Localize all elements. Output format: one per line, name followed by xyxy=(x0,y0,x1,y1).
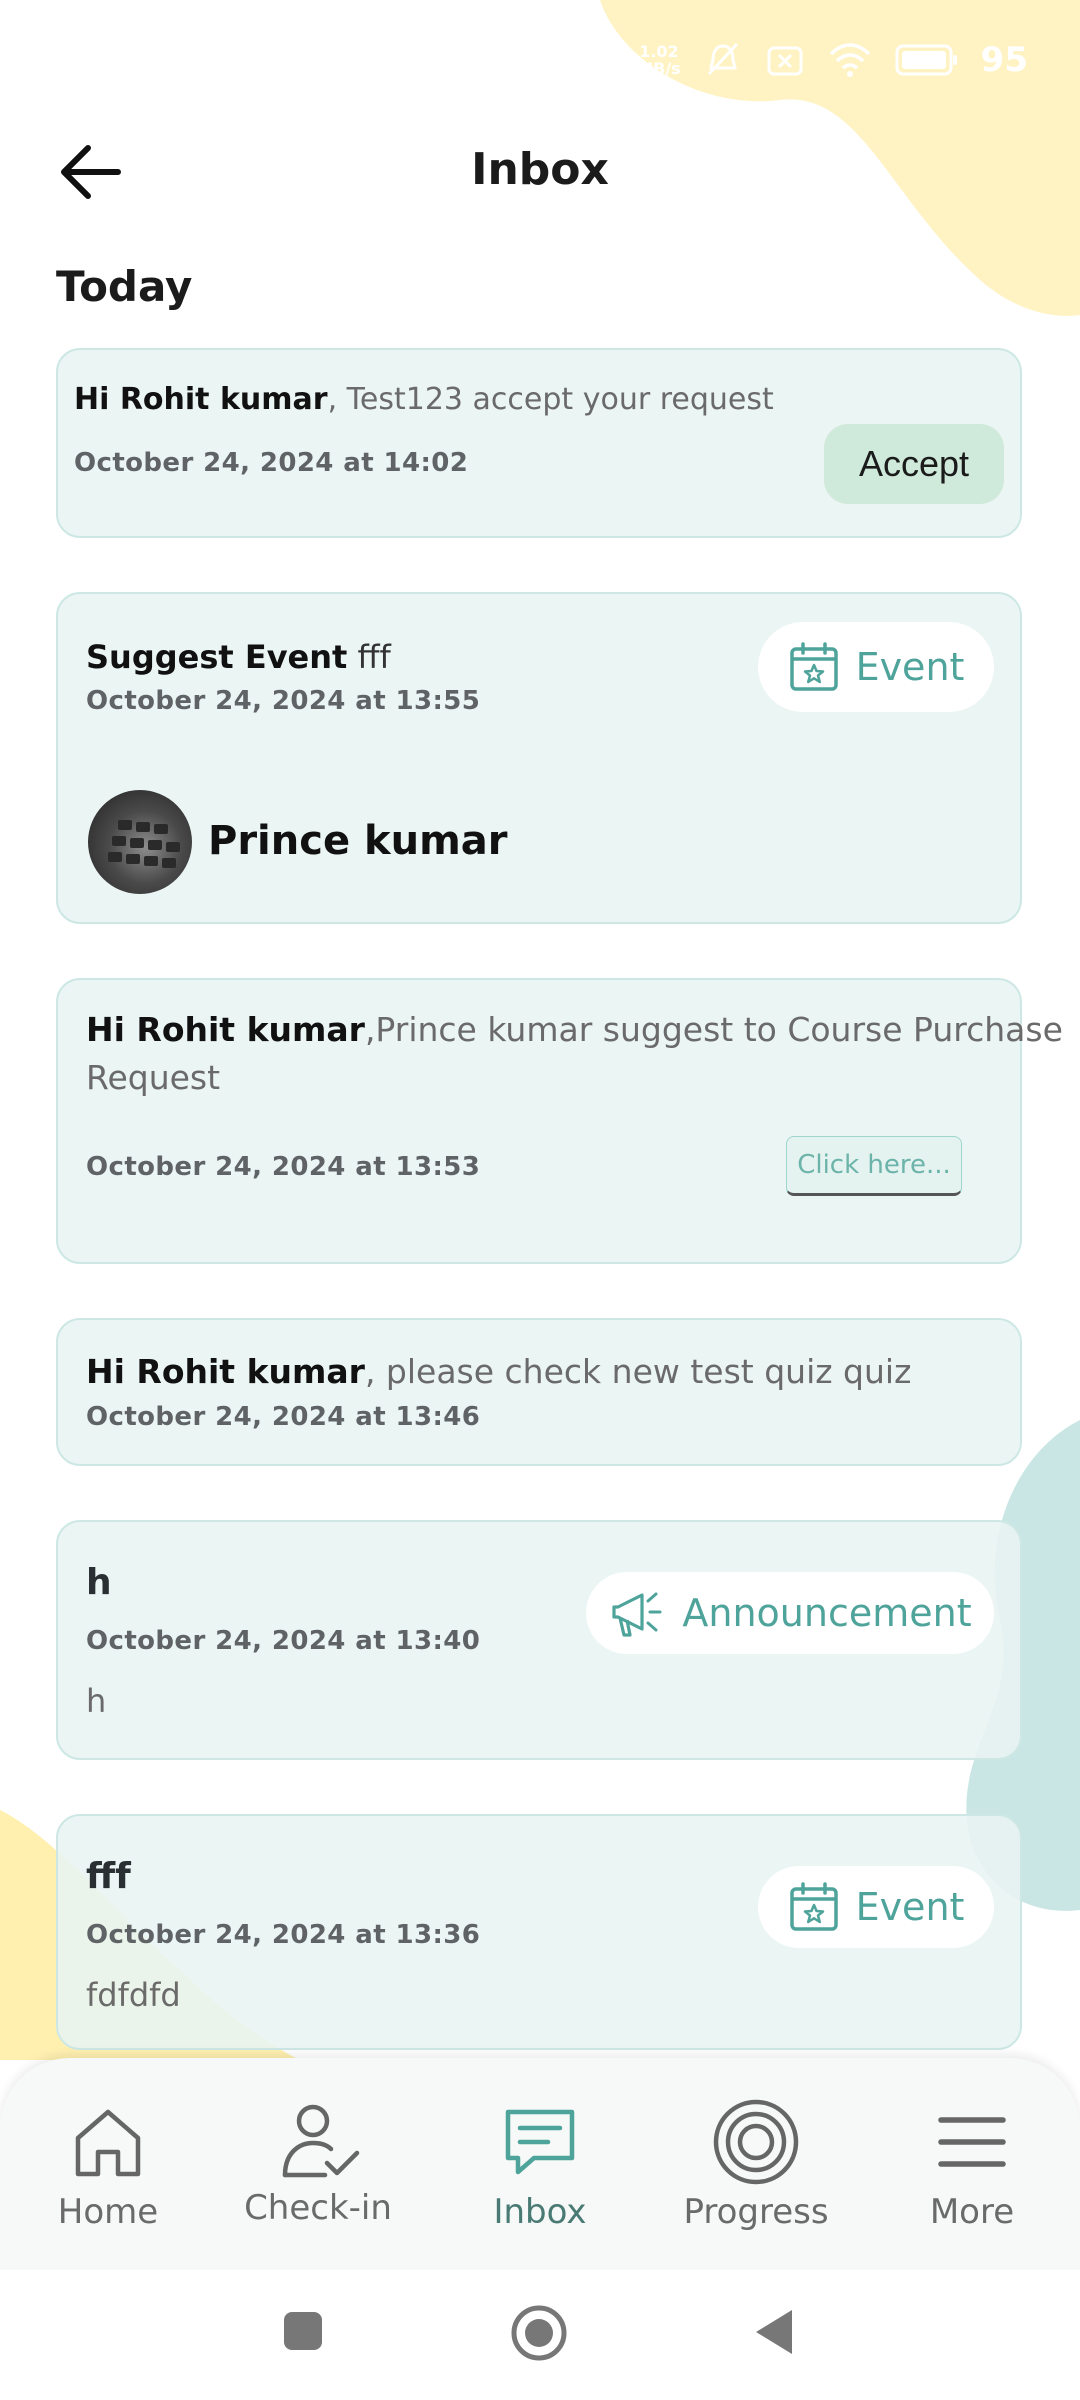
notification-date: October 24, 2024 at 13:36 xyxy=(86,1920,481,1950)
wifi-icon xyxy=(829,43,870,77)
notification-card-course[interactable]: Hi Rohit kumar,Prince kumar suggest to C… xyxy=(56,978,1063,1264)
app-header: Inbox xyxy=(0,130,1080,214)
announcement-tag[interactable]: Announcement xyxy=(586,1572,994,1654)
system-nav-bar xyxy=(0,2270,1080,2400)
notification-text-line1: Hi Rohit kumar,Prince kumar suggest to C… xyxy=(86,1010,1063,1049)
nav-home[interactable]: Home xyxy=(8,2092,208,2232)
notification-text: Hi Rohit kumar, please check new test qu… xyxy=(86,1352,912,1391)
battery-icon xyxy=(895,44,957,76)
mute-icon xyxy=(707,42,738,76)
notification-body: fdfdfd xyxy=(86,1976,181,2014)
notification-date: October 24, 2024 at 13:46 xyxy=(86,1402,481,1432)
calendar-star-icon xyxy=(789,1882,838,1931)
back-system-button[interactable] xyxy=(752,2306,796,2358)
notification-card-quiz[interactable]: Hi Rohit kumar, please check new test qu… xyxy=(56,1318,1022,1466)
nav-check-in[interactable]: Check-in xyxy=(218,2092,418,2228)
chat-icon xyxy=(505,2109,575,2175)
recent-apps-button[interactable] xyxy=(282,2310,324,2352)
person-name: Prince kumar xyxy=(208,818,508,864)
avatar xyxy=(88,790,192,894)
notification-date: October 24, 2024 at 14:02 xyxy=(74,448,469,478)
section-title-today: Today xyxy=(56,262,193,311)
notification-card-suggest-event[interactable]: Suggest Event fff October 24, 2024 at 13… xyxy=(56,592,1022,924)
check-in-icon xyxy=(282,2104,360,2178)
event-tag-label: Event xyxy=(855,645,965,689)
accept-button[interactable]: Accept xyxy=(824,424,1004,504)
notification-text-line2: Request xyxy=(86,1058,221,1097)
page-title: Inbox xyxy=(471,144,609,195)
megaphone-icon xyxy=(612,1592,662,1637)
notification-title: h xyxy=(86,1562,112,1603)
notification-date: October 24, 2024 at 13:40 xyxy=(86,1626,481,1656)
notification-text: Hi Rohit kumar, Test123 accept your requ… xyxy=(74,382,774,417)
target-icon xyxy=(713,2099,799,2185)
bottom-nav: Home Check-in Inbox Progress More xyxy=(0,2058,1080,2270)
notification-card-event[interactable]: fff October 24, 2024 at 13:36 fdfdfd Eve… xyxy=(56,1814,1022,2050)
notification-card-announcement[interactable]: h October 24, 2024 at 13:40 h Announceme… xyxy=(56,1520,1022,1760)
battery-level: 95 xyxy=(980,40,1028,80)
no-sim-icon xyxy=(767,46,803,76)
notification-heading: Suggest Event fff xyxy=(86,638,391,676)
event-tag-label: Event xyxy=(855,1885,965,1929)
home-system-button[interactable] xyxy=(510,2304,568,2362)
notification-card-accept[interactable]: Hi Rohit kumar, Test123 accept your requ… xyxy=(56,348,1022,538)
calendar-star-icon xyxy=(789,642,838,691)
notification-date: October 24, 2024 at 13:55 xyxy=(86,686,481,716)
event-tag[interactable]: Event xyxy=(758,1866,994,1948)
home-icon xyxy=(75,2109,141,2177)
event-tag[interactable]: Event xyxy=(758,622,994,712)
status-bar: 1.02 MB/s 95 xyxy=(637,30,1028,90)
nav-inbox[interactable]: Inbox xyxy=(440,2092,640,2232)
notification-body: h xyxy=(86,1682,107,1720)
network-speed: 1.02 MB/s xyxy=(637,42,681,78)
click-here-button[interactable]: Click here... xyxy=(786,1136,962,1196)
announcement-tag-label: Announcement xyxy=(682,1591,972,1635)
notification-date: October 24, 2024 at 13:53 xyxy=(86,1152,481,1182)
nav-progress[interactable]: Progress xyxy=(656,2092,856,2232)
notification-title: fff xyxy=(86,1856,131,1897)
menu-icon xyxy=(938,2117,1006,2167)
nav-more[interactable]: More xyxy=(872,2092,1072,2232)
